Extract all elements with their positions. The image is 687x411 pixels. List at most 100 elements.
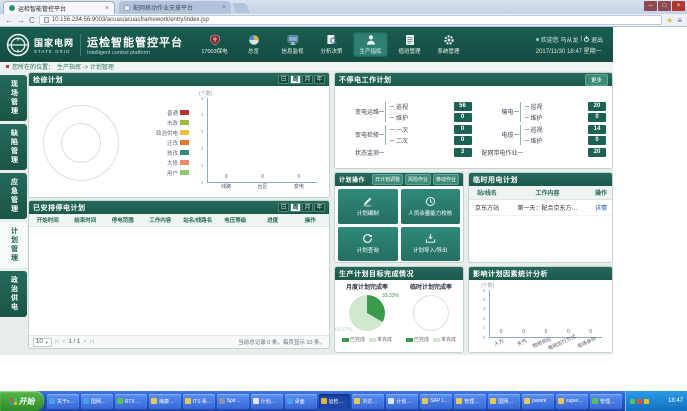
prev-page-button[interactable]: < bbox=[62, 339, 65, 345]
nav-item-值班管理[interactable]: 值班管理 bbox=[392, 32, 427, 57]
nav-item-系统管理[interactable]: 系统管理 bbox=[431, 32, 466, 57]
period-switcher: 日周月年 bbox=[278, 75, 325, 84]
tab-title: 配网移动作业支撑平台 bbox=[133, 3, 219, 12]
sidebar-item-应急管理[interactable]: 应急管理 bbox=[0, 173, 27, 219]
nav-item-生产指挥[interactable]: 生产指挥 bbox=[353, 32, 388, 57]
tab-close-icon[interactable]: × bbox=[222, 4, 226, 11]
tile-人员余量能力校核[interactable]: 人员余量能力校核 bbox=[401, 189, 461, 224]
period-button-月[interactable]: 月 bbox=[302, 75, 313, 84]
app-title-block: 运检智能管控平台 Intelligent control platform bbox=[87, 34, 183, 56]
refresh-button[interactable]: C bbox=[29, 15, 35, 26]
taskbar-item[interactable]: 管理员… bbox=[454, 394, 486, 409]
period-button-周[interactable]: 周 bbox=[290, 75, 301, 84]
sidebar-item-计划管理[interactable]: 计划管理 bbox=[0, 222, 27, 268]
count-badge: 20 bbox=[588, 148, 606, 157]
datetime-text: 2017/11/30 18:47 星期一 bbox=[536, 46, 602, 55]
tree-group-label: 电缆 bbox=[482, 130, 514, 139]
period-button-周[interactable]: 周 bbox=[290, 203, 301, 212]
taskbar-item[interactable]: RTX 文… bbox=[115, 394, 147, 409]
tile-label: 计划导入/导出 bbox=[413, 246, 448, 254]
taskbar-item[interactable]: 国网电力 bbox=[488, 394, 520, 409]
ops-button-风险作业[interactable]: 风险作业 bbox=[405, 174, 431, 185]
tray-icon[interactable] bbox=[630, 399, 635, 404]
period-button-年[interactable]: 年 bbox=[314, 203, 325, 212]
detail-link[interactable]: 详情 bbox=[595, 206, 607, 212]
taskbar-item[interactable]: 关于x… bbox=[47, 394, 79, 409]
browser-menu-icon[interactable]: ≡ bbox=[677, 16, 682, 25]
taskbar-item-icon bbox=[456, 398, 462, 404]
panel-livework-plan: 不停电工作计划 更多 变电运维巡视56维护0变电检修一次0二次0状态监测3 输电… bbox=[334, 72, 613, 169]
person-icon bbox=[365, 34, 377, 46]
tree-group: 变电检修一次0二次0 bbox=[347, 125, 472, 145]
nav-item-总览[interactable]: 总览 bbox=[236, 32, 271, 57]
taskbar-item-label: super… bbox=[566, 398, 584, 404]
taskbar-item-label: 计划管… bbox=[261, 398, 281, 405]
taskbar-item[interactable]: Spir… bbox=[217, 394, 249, 409]
tile-计划导入/导出[interactable]: 计划导入/导出 bbox=[401, 227, 461, 262]
logout-button[interactable]: 退出 bbox=[591, 35, 603, 44]
taskbar-item[interactable]: SAP L… bbox=[420, 394, 452, 409]
ops-button-移动作业[interactable]: 移动作业 bbox=[433, 174, 459, 185]
taskbar-item[interactable]: 海康双… bbox=[149, 394, 181, 409]
sidebar-item-政治供电[interactable]: 政治供电 bbox=[0, 271, 27, 317]
tree-connector bbox=[525, 129, 529, 130]
ops-button-日计划调整[interactable]: 日计划调整 bbox=[372, 174, 403, 185]
bookmark-star-icon[interactable]: ★ bbox=[666, 16, 673, 25]
period-button-日[interactable]: 日 bbox=[278, 75, 289, 84]
period-button-年[interactable]: 年 bbox=[314, 75, 325, 84]
panel-plan-factors: 影响计划因素统计分析 (个数)0123450人为0天气0物资供应0电网运行方式0… bbox=[468, 266, 613, 353]
sidebar-item-现场管理[interactable]: 现场管理 bbox=[0, 75, 27, 121]
page-size-select[interactable]: 10 ▼ bbox=[33, 338, 52, 347]
taskbar-item-label: Spir… bbox=[227, 398, 241, 404]
next-page-button[interactable]: > bbox=[83, 339, 86, 345]
start-button[interactable]: 开始 bbox=[0, 391, 44, 411]
taskbar-item[interactable]: ITS 系… bbox=[183, 394, 215, 409]
address-bar[interactable]: 10.156.234.56:9003/acuas/acuasframework/… bbox=[39, 15, 662, 25]
last-page-button[interactable]: >| bbox=[89, 339, 94, 345]
taskbar-item[interactable]: 计划查… bbox=[386, 394, 418, 409]
period-button-日[interactable]: 日 bbox=[278, 203, 289, 212]
taskbar-item[interactable]: 国网北… bbox=[81, 394, 113, 409]
legend-item: 大修 bbox=[133, 159, 189, 167]
pagination-bar: 10 ▼ |< < 1 / 1 > >| 当前总记录 0 条，每页显示 10 条… bbox=[29, 335, 329, 348]
taskbar-item[interactable]: 计划管… bbox=[251, 394, 283, 409]
tile-计划编制[interactable]: 计划编制 bbox=[338, 189, 398, 224]
close-button[interactable]: × bbox=[672, 1, 685, 11]
tree-leaf: 巡视20 bbox=[525, 102, 607, 111]
legend-label: 技改 bbox=[167, 149, 178, 157]
taskbar-item[interactable]: 刘达军… bbox=[352, 394, 384, 409]
power-icon bbox=[584, 37, 589, 42]
back-button[interactable]: ← bbox=[5, 15, 13, 26]
taskbar-item[interactable]: 桌面 bbox=[285, 394, 317, 409]
period-button-月[interactable]: 月 bbox=[302, 203, 313, 212]
first-page-button[interactable]: |< bbox=[55, 339, 60, 345]
count-badge: 3 bbox=[454, 148, 472, 157]
legend-item: 迁改 bbox=[133, 139, 189, 147]
maximize-button[interactable]: □ bbox=[658, 1, 671, 11]
nav-item-信息监视[interactable]: 信息监视 bbox=[275, 32, 310, 57]
more-button[interactable]: 更多 bbox=[585, 74, 608, 86]
tab-remote-platform[interactable]: 运检智能管控平台 × bbox=[3, 1, 115, 14]
taskbar-item[interactable]: 管理… bbox=[590, 394, 622, 409]
sidebar-item-缺陷管理[interactable]: 缺陷管理 bbox=[0, 124, 27, 170]
taskbar-item[interactable]: 运检智… bbox=[319, 394, 351, 409]
taskbar-item-label: 海康双… bbox=[159, 398, 179, 405]
taskbar-item[interactable]: parent bbox=[522, 394, 554, 409]
count-badge: 0 bbox=[588, 113, 606, 122]
forward-button[interactable]: → bbox=[17, 15, 25, 26]
tile-计划查询[interactable]: 计划查询 bbox=[338, 227, 398, 262]
nav-item-分析决策[interactable]: 分析决策 bbox=[314, 32, 349, 57]
nav-item-17003保电[interactable]: 17003保电 bbox=[197, 32, 232, 57]
tray-icon[interactable] bbox=[637, 399, 642, 404]
taskbar-item-icon bbox=[185, 398, 191, 404]
tab-mobile-platform[interactable]: 配网移动作业支撑平台 × bbox=[119, 1, 231, 14]
tab-close-icon[interactable]: × bbox=[105, 5, 109, 12]
taskbar-item[interactable]: super… bbox=[556, 394, 588, 409]
new-tab-button[interactable] bbox=[232, 3, 249, 13]
nav-item-label: 分析决策 bbox=[321, 47, 343, 55]
clock-icon bbox=[425, 196, 436, 207]
tray-icon[interactable] bbox=[644, 399, 649, 404]
y-tick-label: 4 bbox=[483, 297, 486, 302]
tab-favicon-icon bbox=[9, 5, 15, 11]
minimize-button[interactable]: ─ bbox=[644, 1, 657, 11]
